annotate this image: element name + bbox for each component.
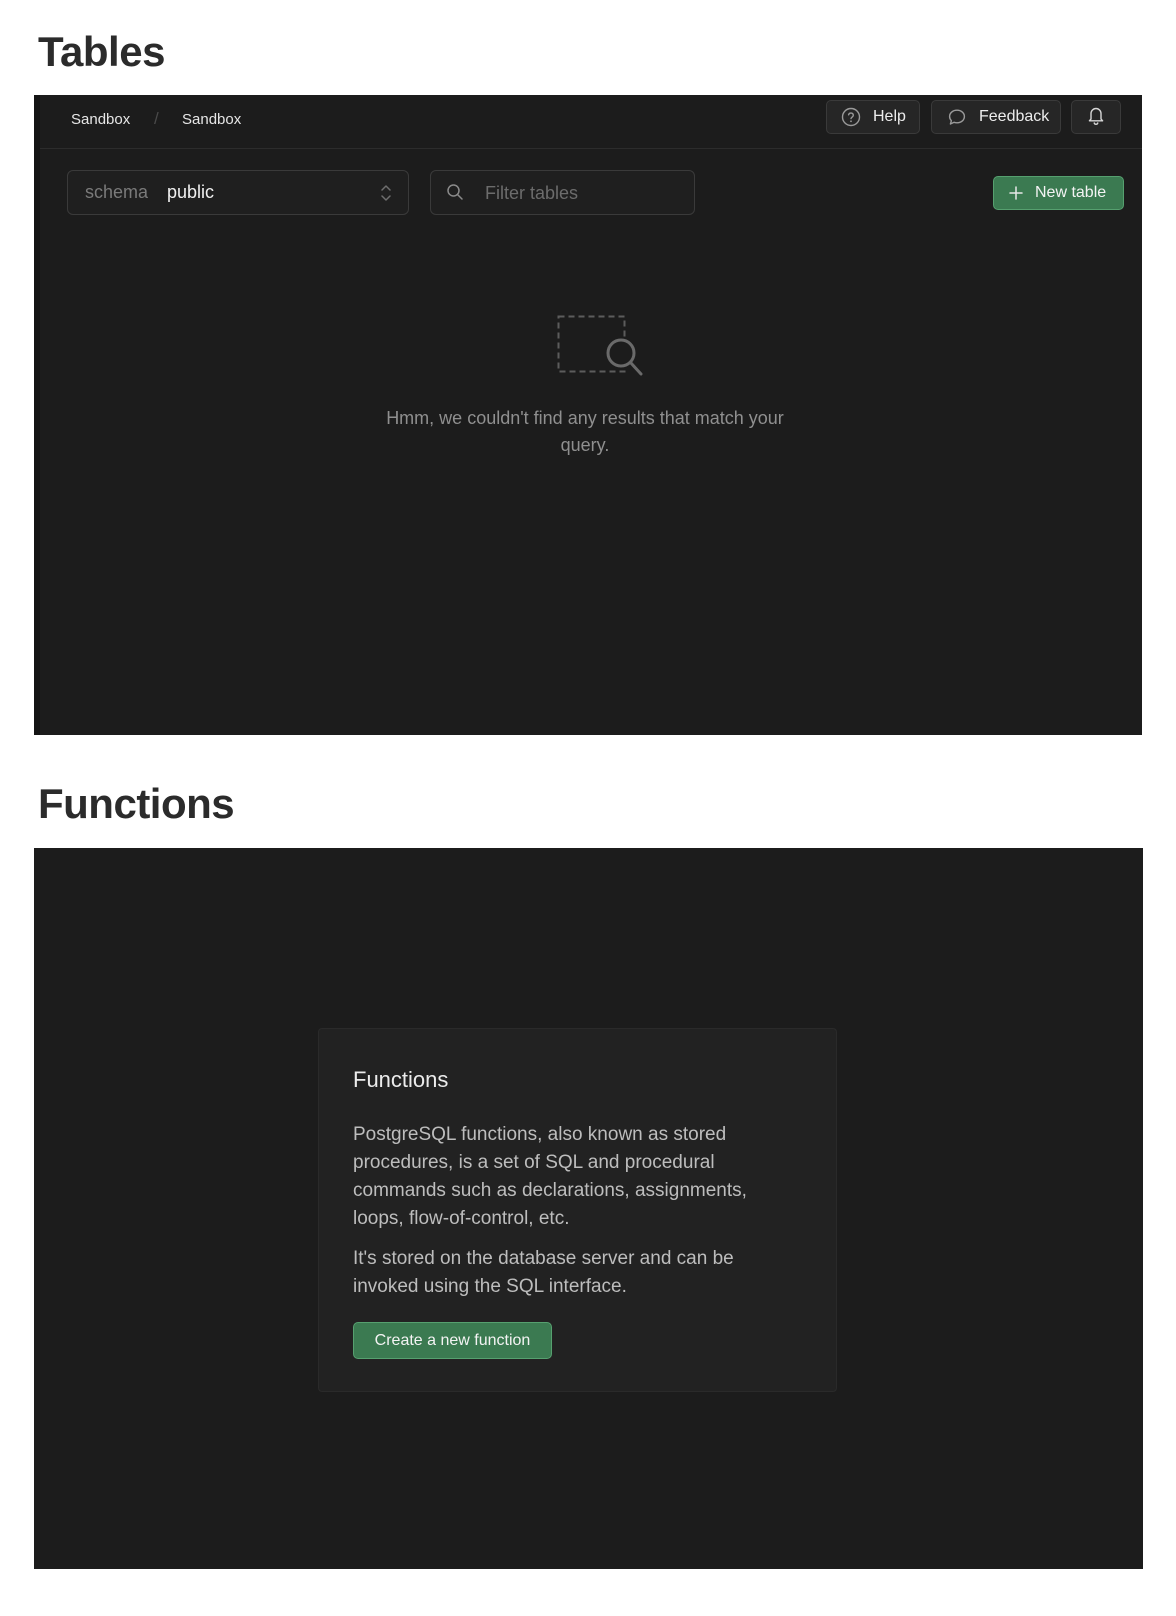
notifications-button[interactable] <box>1071 100 1121 134</box>
breadcrumb-project[interactable]: Sandbox <box>182 111 241 128</box>
feedback-button[interactable]: Feedback <box>931 100 1061 134</box>
tables-panel: Sandbox / Sandbox Help Feedback schema p… <box>34 95 1142 735</box>
empty-search-icon <box>557 315 647 390</box>
functions-storage-note: It's stored on the database server and c… <box>353 1248 734 1297</box>
search-icon <box>446 183 464 206</box>
bell-icon <box>1086 104 1106 131</box>
breadcrumb-separator: / <box>154 109 159 128</box>
schema-prefix-label: schema <box>85 182 149 202</box>
schema-selector[interactable]: schema public <box>67 170 409 215</box>
functions-panel: Functions PostgreSQL functions, also kno… <box>34 848 1143 1569</box>
filter-tables-input[interactable] <box>483 179 687 207</box>
schema-selected-value: public <box>167 182 215 202</box>
functions-description: PostgreSQL functions, also known as stor… <box>353 1124 747 1229</box>
functions-card-title: Functions <box>353 1067 449 1092</box>
feedback-icon <box>947 107 967 127</box>
help-icon <box>841 107 861 127</box>
new-table-button[interactable]: New table <box>993 176 1124 210</box>
tables-section-title: Tables <box>38 28 165 75</box>
filter-tables-field <box>430 170 695 215</box>
top-bar: Sandbox / Sandbox Help Feedback <box>40 95 1142 149</box>
empty-state-message: Hmm, we couldn't find any results that m… <box>386 408 784 455</box>
help-label: Help <box>873 108 906 125</box>
chevrons-up-down-icon <box>379 182 393 209</box>
help-button[interactable]: Help <box>826 100 920 134</box>
new-table-label: New table <box>1035 184 1107 201</box>
breadcrumb-org[interactable]: Sandbox <box>71 111 130 128</box>
create-function-button[interactable]: Create a new function <box>353 1322 552 1359</box>
feedback-label: Feedback <box>979 108 1050 125</box>
functions-info-card: Functions PostgreSQL functions, also kno… <box>318 1028 837 1392</box>
plus-icon <box>1009 186 1023 200</box>
functions-section-title: Functions <box>38 780 235 827</box>
